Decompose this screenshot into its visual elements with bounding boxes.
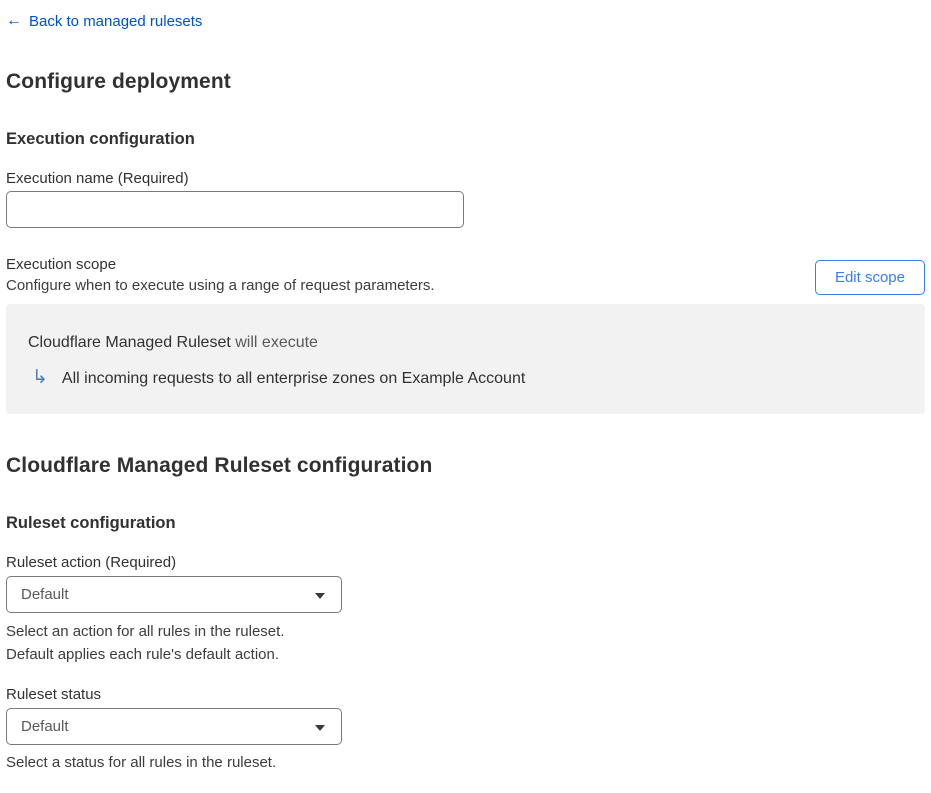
execution-configuration-heading: Execution configuration: [6, 130, 195, 148]
back-arrow-icon: ←: [6, 12, 22, 29]
back-link-label: Back to managed rulesets: [29, 12, 203, 30]
execution-name-input[interactable]: [6, 191, 464, 228]
execution-name-label: Execution name (Required): [6, 170, 189, 187]
ruleset-action-helper-line1: Select an action for all rules in the ru…: [6, 623, 285, 640]
execution-scope-description: Configure when to execute using a range …: [6, 277, 435, 294]
execution-scope-value: All incoming requests to all enterprise …: [61, 370, 526, 387]
page-title: Configure deployment: [6, 70, 231, 93]
ruleset-name-text: Cloudflare Managed Ruleset: [28, 334, 231, 351]
branch-arrow-icon: ↳: [32, 367, 48, 388]
ruleset-status-select[interactable]: Default: [6, 708, 342, 745]
ruleset-action-selected-value: Default: [21, 586, 69, 603]
back-to-managed-rulesets-link[interactable]: ← Back to managed rulesets: [6, 13, 202, 30]
chevron-down-icon: [315, 724, 325, 731]
edit-scope-button[interactable]: Edit scope: [814, 260, 925, 295]
will-execute-text: will execute: [235, 334, 318, 351]
ruleset-action-label: Ruleset action (Required): [6, 554, 177, 571]
ruleset-action-helper-line2: Default applies each rule's default acti…: [6, 646, 280, 663]
execution-scope-texts: Execution scope Configure when to execut…: [6, 254, 435, 296]
execution-scope-row: Execution scope Configure when to execut…: [6, 254, 925, 296]
ruleset-action-select[interactable]: Default: [6, 576, 342, 613]
configure-deployment-page: ← Back to managed rulesets Configure dep…: [0, 0, 931, 774]
chevron-down-icon: [315, 592, 325, 599]
ruleset-status-helper: Select a status for all rules in the rul…: [6, 754, 277, 771]
execution-summary-scope-line: ↳ All incoming requests to all enterpris…: [28, 368, 903, 390]
execution-summary-headline: Cloudflare Managed Ruleset will execute: [28, 332, 903, 354]
ruleset-configuration-page-title: Cloudflare Managed Ruleset configuration: [6, 454, 433, 477]
execution-scope-label: Execution scope: [6, 256, 117, 273]
execution-summary-box: Cloudflare Managed Ruleset will execute …: [6, 304, 925, 414]
ruleset-configuration-heading: Ruleset configuration: [6, 514, 176, 532]
ruleset-status-label: Ruleset status: [6, 686, 102, 703]
ruleset-status-selected-value: Default: [21, 718, 69, 735]
